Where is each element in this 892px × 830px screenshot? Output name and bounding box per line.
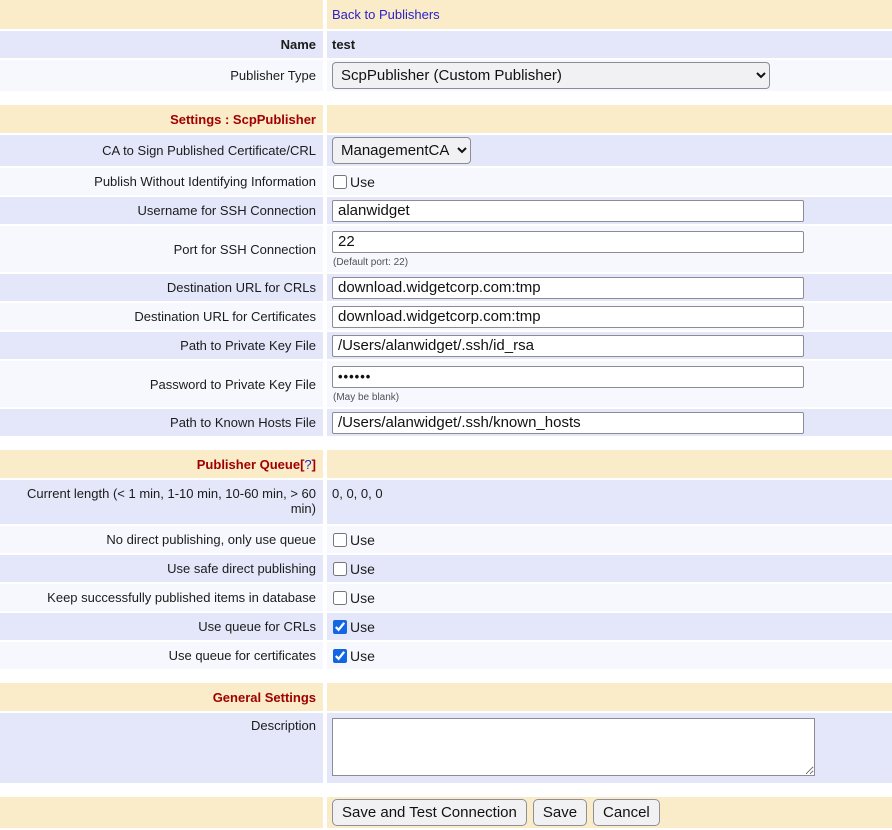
known-hosts-path-input[interactable]	[332, 412, 804, 434]
only-queue-checkbox-label: Use	[350, 532, 375, 548]
ca-row: CA to Sign Published Certificate/CRL Man…	[0, 135, 892, 166]
safe-direct-checkbox[interactable]	[333, 562, 347, 576]
section-divider	[0, 785, 892, 797]
port-note: (Default port: 22)	[333, 257, 408, 268]
queue-certs-label: Use queue for certificates	[0, 642, 323, 669]
port-input[interactable]	[332, 231, 804, 253]
crl-url-row: Destination URL for CRLs	[0, 274, 892, 301]
section-divider	[0, 93, 892, 105]
only-queue-row: No direct publishing, only use queue Use	[0, 526, 892, 553]
publish-without-info-checkbox[interactable]	[333, 175, 347, 189]
cert-url-input[interactable]	[332, 306, 804, 328]
queue-length-row: Current length (< 1 min, 1-10 min, 10-60…	[0, 480, 892, 524]
spacer-cell	[0, 0, 323, 29]
name-value: test	[327, 31, 892, 58]
queue-section-title: Publisher Queue	[197, 457, 300, 472]
queue-crls-row: Use queue for CRLs Use	[0, 613, 892, 640]
private-key-password-input[interactable]	[332, 366, 804, 388]
keep-published-checkbox-label: Use	[350, 590, 375, 606]
port-row: Port for SSH Connection (Default port: 2…	[0, 226, 892, 272]
queue-header-row: Publisher Queue [?]	[0, 450, 892, 478]
spacer-cell	[327, 450, 892, 478]
private-key-password-label: Password to Private Key File	[0, 361, 323, 407]
queue-length-label: Current length (< 1 min, 1-10 min, 10-60…	[0, 480, 323, 524]
queue-certs-checkbox-label: Use	[350, 648, 375, 664]
save-and-test-button[interactable]: Save and Test Connection	[332, 799, 527, 826]
keep-published-label: Keep successfully published items in dat…	[0, 584, 323, 611]
queue-crls-checkbox[interactable]	[333, 620, 347, 634]
general-header-row: General Settings	[0, 683, 892, 711]
back-to-publishers-link[interactable]: Back to Publishers	[332, 7, 440, 22]
general-section-title: General Settings	[213, 690, 316, 705]
description-row: Description	[0, 713, 892, 783]
ca-label: CA to Sign Published Certificate/CRL	[0, 135, 323, 166]
safe-direct-checkbox-label: Use	[350, 561, 375, 577]
safe-direct-label: Use safe direct publishing	[0, 555, 323, 582]
description-label: Description	[0, 713, 323, 783]
publisher-edit-form: Back to Publishers Name test Publisher T…	[0, 0, 892, 830]
cert-url-label: Destination URL for Certificates	[0, 303, 323, 330]
private-key-password-row: Password to Private Key File (May be bla…	[0, 361, 892, 407]
queue-length-value: 0, 0, 0, 0	[327, 480, 892, 524]
safe-direct-row: Use safe direct publishing Use	[0, 555, 892, 582]
section-divider	[0, 671, 892, 683]
description-textarea[interactable]	[332, 718, 815, 776]
name-row: Name test	[0, 31, 892, 58]
spacer-cell	[327, 683, 892, 711]
username-row: Username for SSH Connection	[0, 197, 892, 224]
publisher-type-select[interactable]: ScpPublisher (Custom Publisher)	[332, 62, 770, 89]
cert-url-row: Destination URL for Certificates	[0, 303, 892, 330]
username-input[interactable]	[332, 200, 804, 222]
publish-without-info-checkbox-label: Use	[350, 174, 375, 190]
known-hosts-path-row: Path to Known Hosts File	[0, 409, 892, 436]
private-key-path-label: Path to Private Key File	[0, 332, 323, 359]
crl-url-label: Destination URL for CRLs	[0, 274, 323, 301]
publish-without-info-label: Publish Without Identifying Information	[0, 168, 323, 195]
spacer-cell	[0, 797, 323, 828]
help-bracket-close: ]	[312, 457, 316, 472]
settings-section-title: Settings : ScpPublisher	[170, 112, 316, 127]
name-label: Name	[0, 31, 323, 58]
port-label: Port for SSH Connection	[0, 226, 323, 272]
private-key-password-note: (May be blank)	[333, 392, 399, 403]
keep-published-checkbox[interactable]	[333, 591, 347, 605]
back-row: Back to Publishers	[0, 0, 892, 29]
spacer-cell	[327, 105, 892, 133]
queue-certs-checkbox[interactable]	[333, 649, 347, 663]
settings-header-row: Settings : ScpPublisher	[0, 105, 892, 133]
section-divider	[0, 438, 892, 450]
publisher-type-label: Publisher Type	[0, 60, 323, 91]
queue-crls-checkbox-label: Use	[350, 619, 375, 635]
crl-url-input[interactable]	[332, 277, 804, 299]
username-label: Username for SSH Connection	[0, 197, 323, 224]
ca-select[interactable]: ManagementCA	[332, 137, 471, 164]
queue-crls-label: Use queue for CRLs	[0, 613, 323, 640]
known-hosts-path-label: Path to Known Hosts File	[0, 409, 323, 436]
publish-without-info-row: Publish Without Identifying Information …	[0, 168, 892, 195]
private-key-path-input[interactable]	[332, 335, 804, 357]
actions-row: Save and Test Connection Save Cancel	[0, 797, 892, 828]
save-button[interactable]: Save	[533, 799, 587, 826]
private-key-path-row: Path to Private Key File	[0, 332, 892, 359]
queue-help-link[interactable]: ?	[304, 457, 311, 472]
cancel-button[interactable]: Cancel	[593, 799, 660, 826]
only-queue-label: No direct publishing, only use queue	[0, 526, 323, 553]
publisher-type-row: Publisher Type ScpPublisher (Custom Publ…	[0, 60, 892, 91]
queue-certs-row: Use queue for certificates Use	[0, 642, 892, 669]
only-queue-checkbox[interactable]	[333, 533, 347, 547]
keep-published-row: Keep successfully published items in dat…	[0, 584, 892, 611]
